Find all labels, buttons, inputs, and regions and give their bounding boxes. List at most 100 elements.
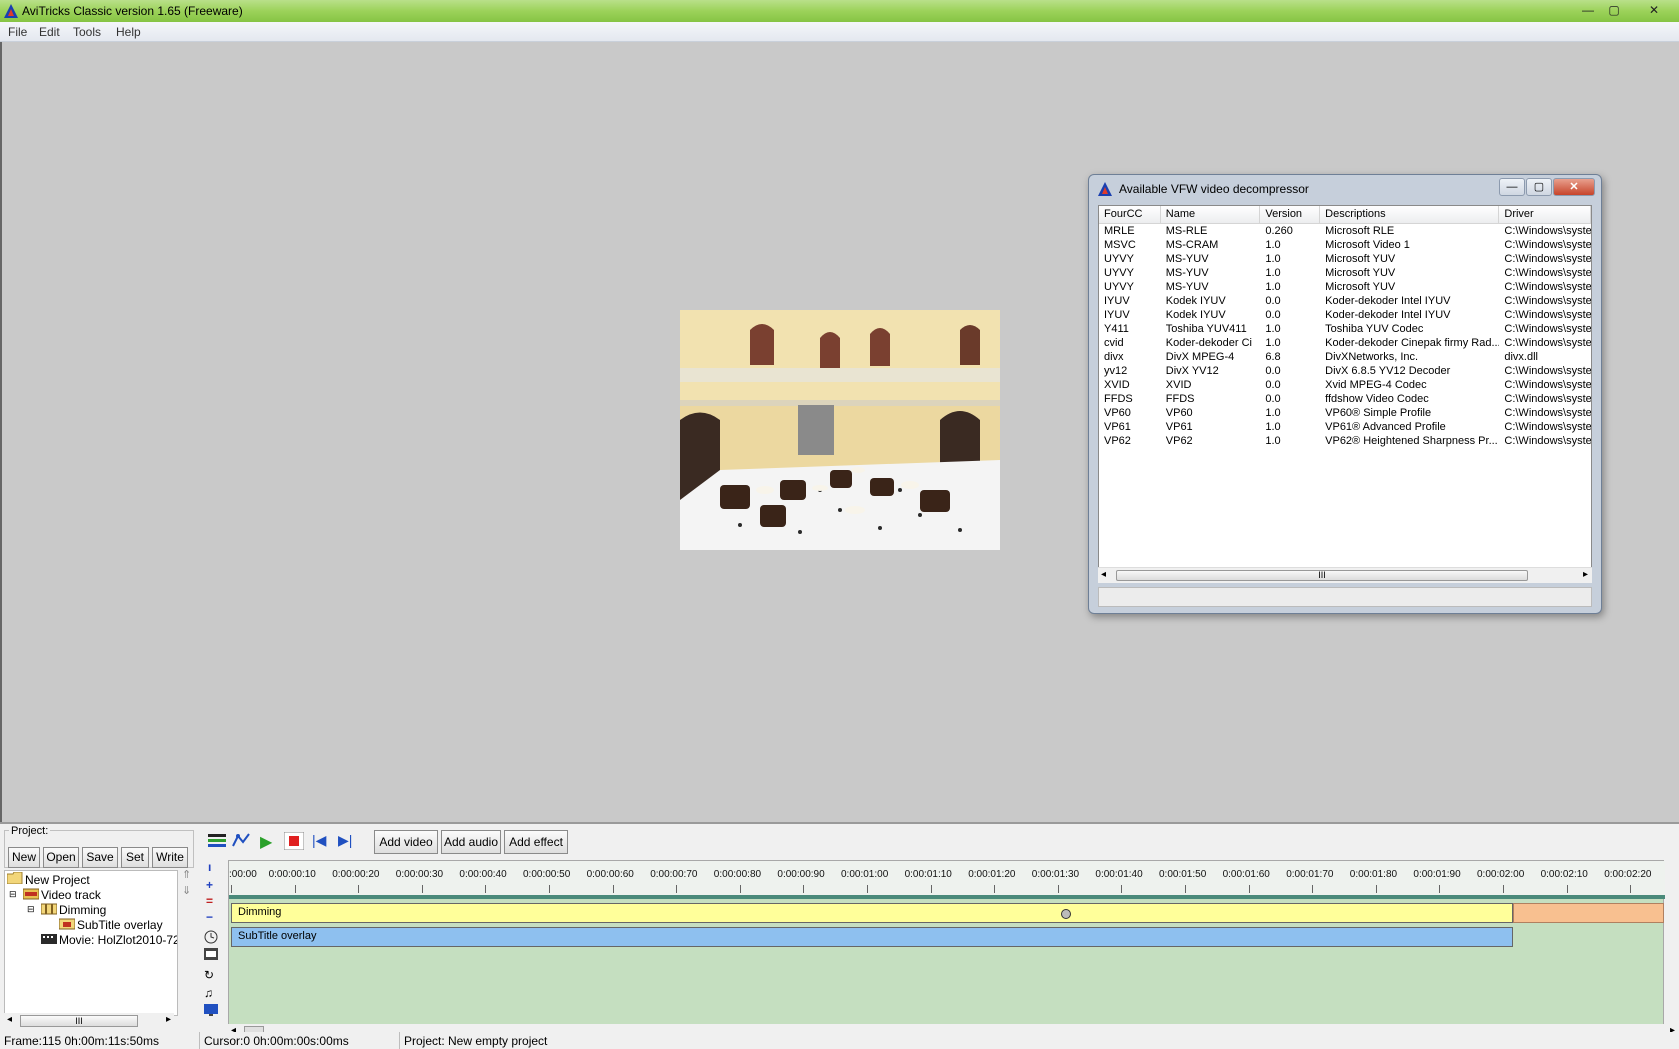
scroll-left-icon[interactable]: ◂ [1101,569,1106,580]
write-project-button[interactable]: Write [152,847,188,868]
move-up-icon[interactable]: ⇑ [182,868,191,881]
decompressor-row[interactable]: FFDS FFDS 0.0 ffdshow Video Codec C:\Windows… [1099,392,1591,406]
decompressor-list[interactable]: FourCC Name Version Descriptions Driver … [1098,205,1592,583]
play-icon[interactable]: ▶ [260,832,272,852]
dialog-maximize-button[interactable]: ▢ [1526,178,1552,196]
decompressor-row[interactable]: MRLE MS-RLE 0.260 Microsoft RLE C:\Windows\s… [1099,224,1591,238]
subtitle-track[interactable]: SubTitle overlay [231,927,1513,947]
scroll-thumb[interactable]: III [20,1015,138,1027]
dialog-horizontal-scrollbar[interactable]: ◂ III ▸ [1098,567,1592,583]
maximize-button[interactable]: ▢ [1602,2,1626,18]
dimming-track[interactable]: Dimming [231,903,1513,923]
minimize-button[interactable]: — [1576,2,1600,18]
add-effect-button[interactable]: Add effect [504,830,568,854]
ruler-tick-label: 0:00:01:10 [904,869,952,880]
open-project-button[interactable]: Open [43,847,79,868]
decompressor-row[interactable]: UYVY MS-YUV 1.0 Microsoft YUV C:\Windows\sys… [1099,280,1591,294]
save-project-button[interactable]: Save [82,847,118,868]
zoom-in-icon[interactable]: + [206,878,213,892]
cell-name: DivX MPEG-4 [1165,351,1235,363]
cell-driver: C:\Windows\syste [1504,281,1591,293]
timeline-side-icons: ı + = − ↻ ♫ [200,860,226,1020]
ruler-tick-mark [867,885,868,893]
decompressor-row[interactable]: Y411 Toshiba YUV411 1.0 Toshiba YUV Codec C:… [1099,322,1591,336]
menu-tools[interactable]: Tools [73,25,101,39]
status-cursor: Cursor:0 0h:00m:00s:00ms [200,1032,400,1049]
music-icon[interactable]: ♫ [204,986,213,1000]
zoom-out-icon[interactable]: − [206,910,213,924]
cell-name: VP62 [1165,435,1193,447]
move-down-icon[interactable]: ⇓ [182,884,191,897]
clock-icon[interactable] [204,930,218,947]
tree-item-dimming[interactable]: Dimming [59,903,106,917]
collapse-icon[interactable]: ⊟ [27,904,35,915]
window-title: AviTricks Classic version 1.65 (Freeware… [22,4,243,18]
tree-horizontal-scrollbar[interactable]: ◂ III ▸ [4,1013,174,1029]
decompressor-row[interactable]: VP61 VP61 1.0 VP61® Advanced Profile C:\Wind… [1099,420,1591,434]
decompressor-row[interactable]: IYUV Kodek IYUV 0.0 Koder-dekoder Intel IYU… [1099,294,1591,308]
refresh-icon[interactable]: ↻ [204,968,214,982]
decompressor-row[interactable]: UYVY MS-YUV 1.0 Microsoft YUV C:\Windows\sys… [1099,266,1591,280]
project-tree[interactable]: New Project ⊟ Video track ⊟ Dimming SubT… [4,870,178,1016]
decompressor-row[interactable]: IYUV Kodek IYUV 0.0 Koder-dekoder Intel IYU… [1099,308,1591,322]
display-icon[interactable] [204,1004,218,1019]
tree-item-new-project[interactable]: New Project [25,873,90,887]
menu-edit[interactable]: Edit [39,25,60,39]
tree-item-video-track[interactable]: Video track [41,888,101,902]
column-header-fourcc[interactable]: FourCC [1099,206,1161,223]
decompressor-row[interactable]: cvid Koder-dekoder Ci 1.0 Koder-dekoder Cin… [1099,336,1591,350]
frames-icon[interactable] [204,948,218,963]
menu-help[interactable]: Help [116,25,141,39]
tree-item-subtitle-overlay[interactable]: SubTitle overlay [77,918,163,932]
menu-file[interactable]: File [8,25,27,39]
collapse-icon[interactable]: ⊟ [9,889,17,900]
dialog-minimize-button[interactable]: — [1499,178,1525,196]
dialog-close-button[interactable]: ✕ [1553,178,1595,196]
new-project-button[interactable]: New [8,847,40,868]
cell-description: Koder-dekoder Intel IYUV [1325,309,1451,321]
decompressor-row[interactable]: VP60 VP60 1.0 VP60® Simple Profile C:\Window… [1099,406,1591,420]
cell-name: VP60 [1165,407,1193,419]
decompressor-row[interactable]: MSVC MS-CRAM 1.0 Microsoft Video 1 C:\Window… [1099,238,1591,252]
decompressor-row[interactable]: XVID XVID 0.0 Xvid MPEG-4 Codec C:\Windows\s… [1099,378,1591,392]
cell-driver: C:\Windows\syste [1504,323,1591,335]
cell-version: 6.8 [1265,351,1281,363]
column-header-descriptions[interactable]: Descriptions [1320,206,1500,223]
folder-icon [6,871,23,887]
cell-driver: C:\Windows\syste [1504,365,1591,377]
stop-icon[interactable] [283,831,305,853]
decompressor-row[interactable]: divx DivX MPEG-4 6.8 DivXNetworks, Inc. divx… [1099,350,1591,364]
timeline-cursor-handle[interactable] [1061,909,1071,919]
close-button[interactable]: ✕ [1642,2,1666,18]
scroll-left-icon[interactable]: ◂ [7,1014,12,1025]
scroll-right-icon[interactable]: ▸ [166,1014,171,1025]
ruler-tick-label: 0:00:01:60 [1222,869,1270,880]
column-header-driver[interactable]: Driver [1499,206,1591,223]
timeline[interactable]: :00:00 0:00:00:10 0:00:00:20 0:00:00:30 0:00… [228,860,1665,1028]
zoom-marker-icon[interactable]: ı [208,860,211,874]
column-header-version[interactable]: Version [1260,206,1321,223]
column-header-name[interactable]: Name [1161,206,1261,223]
graph-icon[interactable] [232,832,250,851]
set-project-button[interactable]: Set [121,847,149,868]
decompressor-row[interactable]: UYVY MS-YUV 1.0 Microsoft YUV C:\Windows\sys… [1099,252,1591,266]
scroll-thumb[interactable]: III [1116,570,1528,581]
skip-start-icon[interactable]: |◀ [312,832,326,849]
decompressor-row[interactable]: yv12 DivX YV12 0.0 DivX 6.8.5 YV12 Decoder C… [1099,364,1591,378]
video-preview [680,310,1000,550]
cell-name: MS-YUV [1165,267,1209,279]
cell-driver: C:\Windows\syste [1504,225,1591,237]
ruler-tick-label: 0:00:00:90 [777,869,825,880]
cell-fourcc: XVID [1104,379,1130,391]
dimming-track-extension[interactable] [1513,903,1664,923]
add-audio-button[interactable]: Add audio [441,830,501,854]
tracks-icon[interactable] [208,834,226,851]
decompressor-row[interactable]: VP62 VP62 1.0 VP62® Heightened Sharpness Pr… [1099,434,1591,448]
skip-end-icon[interactable]: ▶| [338,832,352,849]
equal-icon[interactable]: = [206,894,213,908]
scroll-right-icon[interactable]: ▸ [1583,569,1588,580]
add-video-button[interactable]: Add video [374,830,438,854]
time-ruler[interactable]: :00:00 0:00:00:10 0:00:00:20 0:00:00:30 0:00… [229,861,1665,899]
ruler-tick-mark [1503,885,1504,893]
tree-item-movie[interactable]: Movie: HolZlot2010-720 [59,933,177,947]
